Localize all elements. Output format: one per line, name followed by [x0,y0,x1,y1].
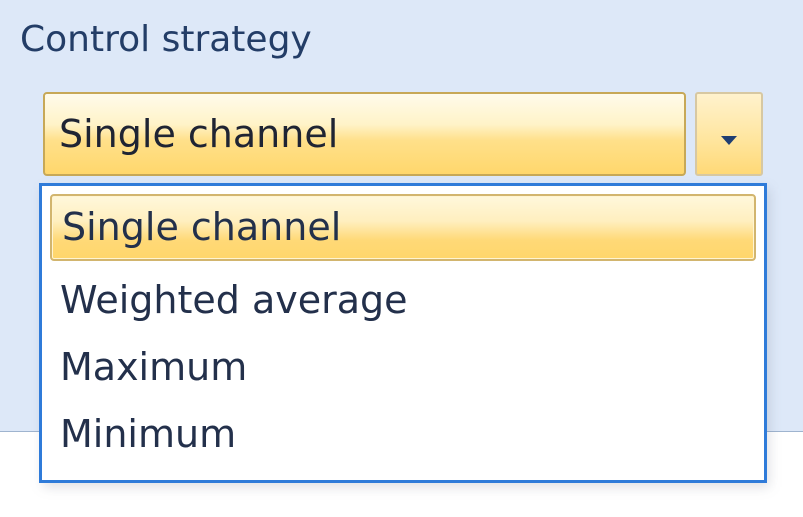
combobox-dropdown-button[interactable] [695,92,763,176]
dropdown-option-single-channel[interactable]: Single channel [50,194,756,261]
dropdown-option-weighted-average[interactable]: Weighted average [50,267,756,334]
dropdown-option-minimum[interactable]: Minimum [50,401,756,468]
combobox-selected-value: Single channel [59,112,339,156]
control-strategy-combobox[interactable]: Single channel [43,92,763,180]
combobox-field[interactable]: Single channel [43,92,686,176]
chevron-down-icon [721,136,737,145]
dropdown-list[interactable]: Single channel Weighted average Maximum … [39,183,767,483]
dropdown-option-maximum[interactable]: Maximum [50,334,756,401]
group-title: Control strategy [20,19,312,60]
control-strategy-panel: Control strategy Single channel Single c… [0,0,803,517]
